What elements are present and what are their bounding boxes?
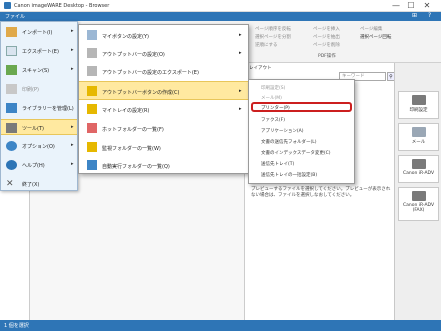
output-mail-button[interactable]: メール bbox=[398, 123, 439, 151]
file-tab[interactable]: ファイル bbox=[5, 13, 25, 20]
edit-page-button[interactable]: ページ編集 bbox=[360, 26, 382, 32]
scan-icon bbox=[6, 65, 17, 75]
menu-export[interactable]: エクスポート(E) ▸ bbox=[1, 43, 77, 59]
menu-options[interactable]: オプション(O) ▸ bbox=[1, 138, 77, 154]
maximize-icon[interactable]: ☐ bbox=[405, 1, 417, 11]
menu-import[interactable]: インポート(I) ▸ bbox=[1, 24, 77, 40]
reverse-pages-button[interactable]: ページ順序を反転 bbox=[255, 26, 291, 32]
submenu-create-output-button[interactable]: アウトプットバーボタンの作成(C) ▸ bbox=[79, 81, 248, 100]
submenu-auto-run-folders[interactable]: 自動実行フォルダーの一覧(Q) bbox=[79, 156, 248, 175]
settings-icon bbox=[87, 30, 97, 40]
create-index-data-item[interactable]: 文書のインデックスデータ変更(C) bbox=[261, 150, 331, 156]
output-bar-icon bbox=[87, 48, 97, 58]
extract-page-button[interactable]: ページを抽出 bbox=[313, 34, 340, 40]
preview-message: プレビューするファイルを選択してください。プレビューが表示されない場合は、ファイ… bbox=[251, 187, 391, 198]
submenu-my-button-settings[interactable]: マイボタンの設定(Y) ▸ bbox=[79, 26, 248, 45]
hot-folder-icon bbox=[87, 123, 97, 133]
import-icon bbox=[6, 27, 17, 37]
create-destination-tray-item[interactable]: 送信先トレイ(T) bbox=[261, 161, 294, 167]
help-icon bbox=[6, 160, 17, 170]
create-mail-item[interactable]: メール(M) bbox=[261, 95, 282, 101]
tray-icon bbox=[87, 104, 97, 114]
split-pages-button[interactable]: 選択ページを分割 bbox=[255, 34, 291, 40]
library-icon bbox=[6, 103, 17, 113]
tools-submenu: マイボタンの設定(Y) ▸ アウトプットバーの設定(O) ▸ アウトプットバーの… bbox=[78, 24, 249, 174]
submenu-hot-folders[interactable]: ホットフォルダーの一覧(F) bbox=[79, 119, 248, 138]
file-menu: インポート(I) ▸ エクスポート(E) ▸ スキャン(S) ▸ 印刷(P) ラ… bbox=[0, 21, 78, 191]
menu-library[interactable]: ライブラリーを管理(L) bbox=[1, 100, 77, 116]
insert-page-button[interactable]: ページを挿入 bbox=[313, 26, 340, 32]
menu-help[interactable]: ヘルプ(H) ▸ bbox=[1, 157, 77, 173]
rotate-page-button[interactable]: 選択ページ回転 bbox=[360, 34, 391, 40]
status-text: 1 個を選択 bbox=[4, 323, 29, 329]
create-application-item[interactable]: アプリケーション(A) bbox=[261, 128, 304, 134]
layout-label[interactable]: レイアウト bbox=[249, 65, 272, 71]
tool-icon bbox=[6, 123, 17, 133]
print-icon bbox=[6, 84, 17, 94]
delete-page-button[interactable]: ページを削除 bbox=[313, 42, 340, 48]
option-icon bbox=[6, 141, 17, 151]
create-fax-item[interactable]: ファクス(F) bbox=[261, 117, 285, 123]
mail-icon bbox=[411, 127, 426, 137]
watch-folder-icon bbox=[87, 142, 97, 152]
submenu-export-output-bar[interactable]: アウトプットバーの設定のエクスポート(E) bbox=[79, 62, 248, 81]
create-printer-item[interactable]: プリンター(P) bbox=[251, 102, 352, 112]
printer-icon bbox=[411, 159, 426, 169]
ribbon-tab-bar: ファイル ⊞ ? bbox=[0, 12, 441, 21]
fax-icon bbox=[411, 191, 426, 201]
submenu-my-tray-settings[interactable]: マイトレイの設定(R) ▸ bbox=[79, 100, 248, 119]
output-fax-button[interactable]: Canon iR-ADV (FAX) bbox=[398, 187, 439, 221]
menu-scan[interactable]: スキャン(S) ▸ bbox=[1, 62, 77, 78]
printer-icon bbox=[411, 95, 426, 105]
menu-exit[interactable]: ✕ 終了(X) bbox=[1, 176, 77, 192]
help-icon[interactable]: ? bbox=[428, 12, 431, 19]
layout-icon[interactable]: ⊞ bbox=[412, 12, 417, 19]
output-bar: 印刷設定 メール Canon iR-ADV Canon iR-ADV (FAX) bbox=[394, 63, 441, 320]
create-output-submenu: 印刷設定(S) メール(M) プリンター(P) ファクス(F) アプリケーション… bbox=[248, 79, 355, 184]
minimize-icon[interactable]: — bbox=[390, 1, 402, 11]
pdf-group-label: PDF操作 bbox=[318, 54, 336, 59]
output-printer-button[interactable]: Canon iR-ADV bbox=[398, 155, 439, 183]
submenu-output-bar-settings[interactable]: アウトプットバーの設定(O) ▸ bbox=[79, 44, 248, 63]
create-destination-folder-item[interactable]: 文書の送信先フォルダー(L) bbox=[261, 139, 317, 145]
reverse-order-button[interactable]: 逆順にする bbox=[255, 42, 278, 48]
create-tray-batch-item[interactable]: 送信先トレイの一括設定(B) bbox=[261, 172, 317, 178]
status-bar: 1 個を選択 bbox=[0, 320, 441, 331]
submenu-watch-folders[interactable]: 監視フォルダーの一覧(W) bbox=[79, 138, 248, 157]
create-print-settings-item[interactable]: 印刷設定(S) bbox=[261, 85, 285, 91]
export-icon bbox=[87, 66, 97, 76]
menu-print[interactable]: 印刷(P) bbox=[1, 81, 77, 97]
create-printer-label: プリンター(P) bbox=[261, 106, 290, 111]
menu-tools[interactable]: ツール(T) ▸ bbox=[1, 119, 77, 135]
title-bar: Canon imageWARE Desktop - Browser — ☐ ✕ bbox=[0, 0, 441, 12]
export-icon bbox=[6, 46, 17, 56]
window-title: Canon imageWARE Desktop - Browser bbox=[14, 3, 110, 9]
auto-run-folder-icon bbox=[87, 160, 97, 170]
close-icon[interactable]: ✕ bbox=[421, 1, 433, 11]
output-print-settings-button[interactable]: 印刷設定 bbox=[398, 91, 439, 119]
close-icon: ✕ bbox=[6, 179, 14, 189]
app-icon bbox=[4, 2, 11, 9]
create-button-icon bbox=[87, 86, 97, 96]
